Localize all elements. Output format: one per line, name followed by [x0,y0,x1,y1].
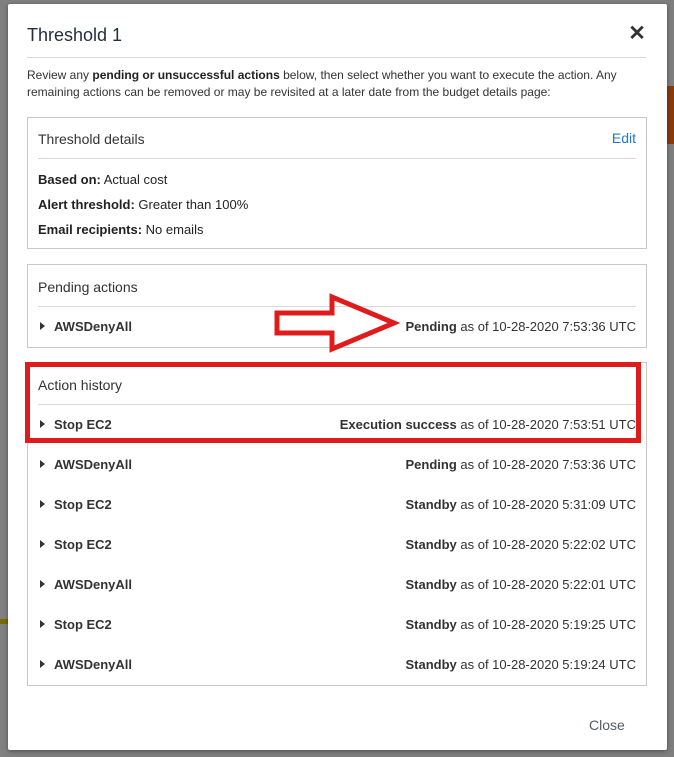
intro-bold: pending or unsuccessful actions [92,68,280,82]
caret-right-icon[interactable] [40,660,45,668]
status-timestamp: as of 10-28-2020 5:22:01 UTC [456,577,636,592]
close-icon[interactable]: ✕ [626,23,648,45]
caret-right-icon[interactable] [40,580,45,588]
threshold-details-panel: Threshold details Edit Based on: Actual … [27,117,647,249]
status-timestamp: as of 10-28-2020 5:22:02 UTC [456,537,636,552]
action-status: Standby as of 10-28-2020 5:22:01 UTC [405,577,636,592]
action-status: Standby as of 10-28-2020 5:19:25 UTC [405,617,636,632]
email-recipients-label: Email recipients: [38,222,143,237]
action-status: Standby as of 10-28-2020 5:31:09 UTC [405,497,636,512]
annotation-highlight-box [25,362,641,443]
history-row[interactable]: Stop EC2 Standby as of 10-28-2020 5:19:2… [28,615,646,637]
caret-right-icon[interactable] [40,540,45,548]
status-label: Standby [405,577,457,592]
modal-title: Threshold 1 [27,25,123,45]
alert-threshold-line: Alert threshold: Greater than 100% [38,197,248,212]
history-row[interactable]: AWSDenyAll Standby as of 10-28-2020 5:22… [28,575,646,597]
history-row[interactable]: Stop EC2 Standby as of 10-28-2020 5:22:0… [28,535,646,557]
email-recipients-value: No emails [142,222,204,237]
status-label: Standby [405,497,457,512]
action-name[interactable]: AWSDenyAll [54,657,132,672]
email-recipients-line: Email recipients: No emails [38,222,203,237]
status-label: Standby [405,537,457,552]
caret-right-icon[interactable] [40,500,45,508]
based-on-label: Based on: [38,172,101,187]
status-timestamp: as of 10-28-2020 7:53:36 UTC [456,457,636,472]
based-on-value: Actual cost [100,172,168,187]
history-row[interactable]: AWSDenyAll Standby as of 10-28-2020 5:19… [28,655,646,677]
background-fragment [0,619,8,624]
action-name[interactable]: AWSDenyAll [54,319,132,334]
action-name[interactable]: Stop EC2 [54,537,112,552]
status-label: Standby [405,657,457,672]
action-status: Standby as of 10-28-2020 5:19:24 UTC [405,657,636,672]
history-row[interactable]: AWSDenyAll Pending as of 10-28-2020 7:53… [28,455,646,477]
caret-right-icon[interactable] [40,322,45,330]
action-name[interactable]: Stop EC2 [54,617,112,632]
action-name[interactable]: Stop EC2 [54,497,112,512]
modal-header: Threshold 1 ✕ [8,4,667,62]
background-left [0,0,8,757]
edit-link[interactable]: Edit [612,130,636,146]
status-label: Pending [405,457,457,472]
action-status: Pending as of 10-28-2020 7:53:36 UTC [405,319,636,334]
status-timestamp: as of 10-28-2020 5:31:09 UTC [456,497,636,512]
panel-title: Pending actions [38,279,138,295]
status-timestamp: as of 10-28-2020 7:53:36 UTC [456,319,636,334]
status-label: Pending [405,319,457,334]
status-label: Standby [405,617,457,632]
divider [38,158,636,159]
intro-prefix: Review any [27,68,93,82]
action-status: Standby as of 10-28-2020 5:22:02 UTC [405,537,636,552]
history-row[interactable]: Stop EC2 Standby as of 10-28-2020 5:31:0… [28,495,646,517]
background-right [667,0,674,757]
action-name[interactable]: AWSDenyAll [54,577,132,592]
alert-threshold-value: Greater than 100% [134,197,249,212]
status-timestamp: as of 10-28-2020 5:19:25 UTC [456,617,636,632]
alert-threshold-label: Alert threshold: [38,197,135,212]
caret-right-icon[interactable] [40,460,45,468]
divider [27,57,646,58]
status-timestamp: as of 10-28-2020 5:19:24 UTC [456,657,636,672]
action-name[interactable]: AWSDenyAll [54,457,132,472]
intro-text: Review any pending or unsuccessful actio… [27,67,647,101]
based-on-line: Based on: Actual cost [38,172,167,187]
background-fragment [667,86,674,144]
close-button[interactable]: Close [589,717,625,733]
caret-right-icon[interactable] [40,620,45,628]
action-status: Pending as of 10-28-2020 7:53:36 UTC [405,457,636,472]
annotation-arrow-icon [274,293,401,353]
panel-title: Threshold details [38,131,145,147]
